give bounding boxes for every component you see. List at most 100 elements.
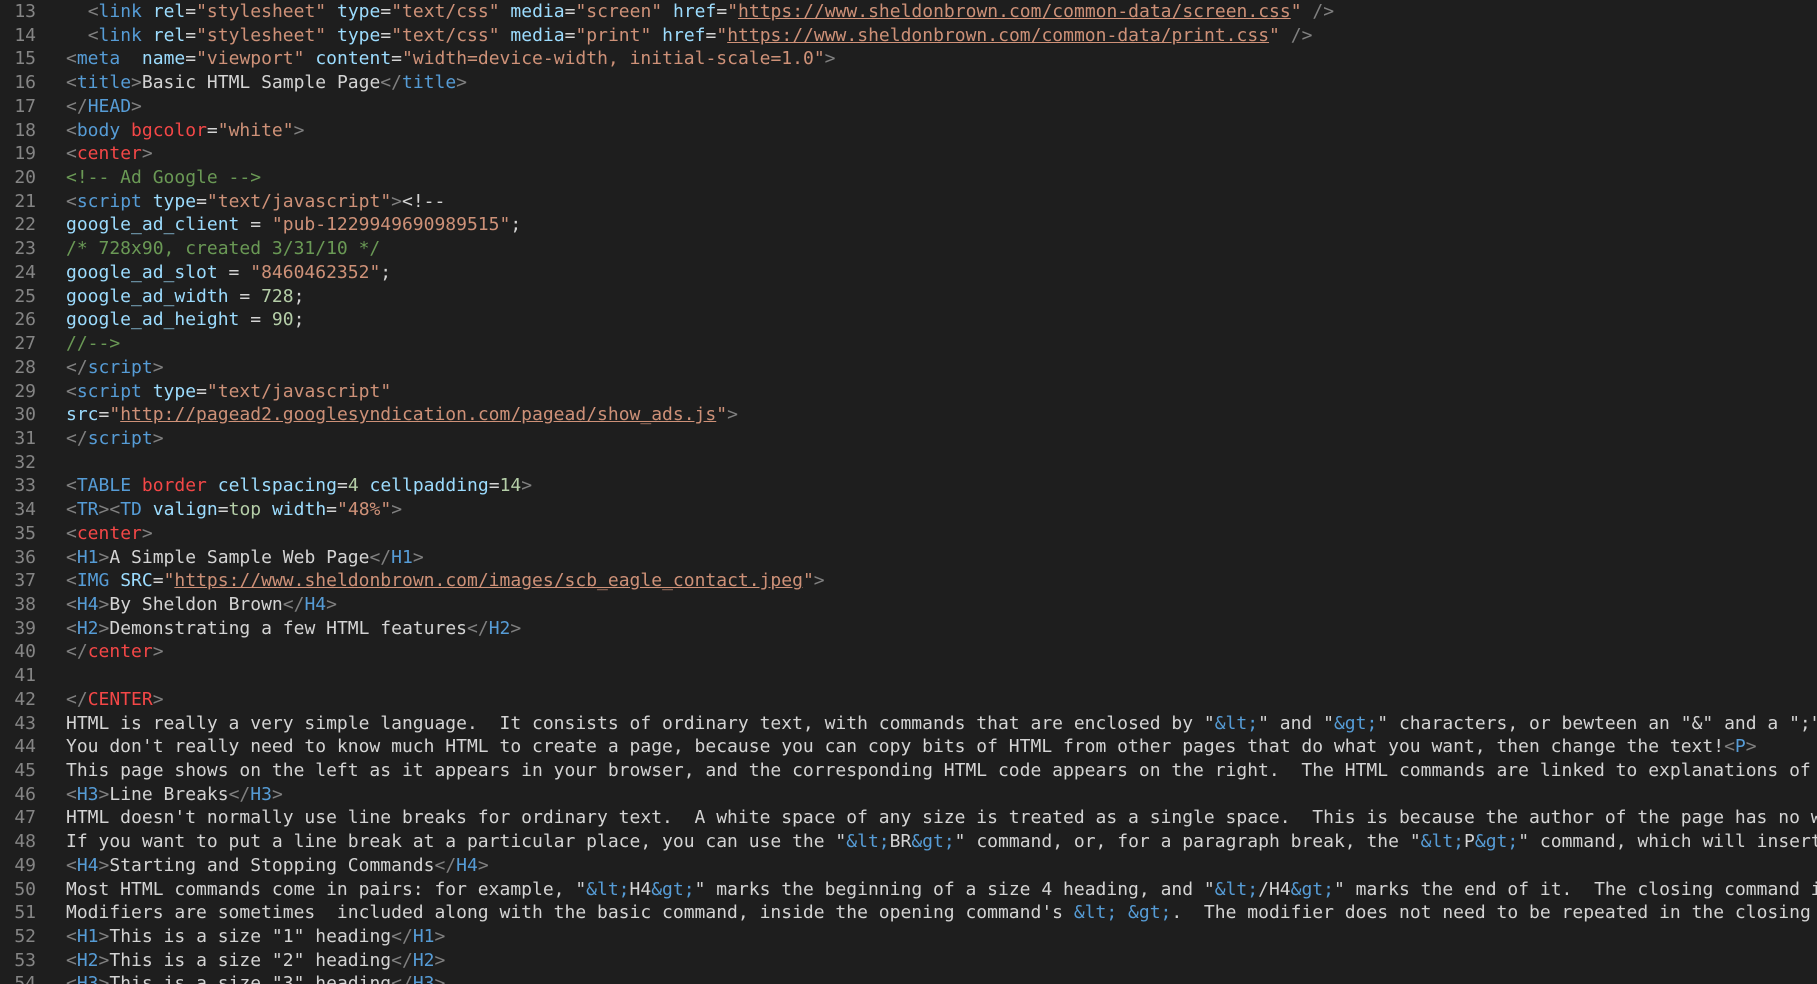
code-token: = bbox=[196, 380, 207, 402]
code-line[interactable]: 20 <!-- Ad Google --> bbox=[0, 166, 1817, 190]
line-number: 21 bbox=[14, 190, 36, 212]
code-token: > bbox=[727, 404, 738, 426]
line-code: </CENTER> bbox=[66, 688, 164, 712]
code-token: " bbox=[802, 570, 814, 592]
code-line[interactable]: 46 <H3>Line Breaks</H3> bbox=[0, 783, 1817, 807]
code-line[interactable]: 42 </CENTER> bbox=[0, 688, 1817, 712]
code-line[interactable]: 29 <script type="text/javascript" bbox=[0, 380, 1817, 404]
line-code: <H2>Demonstrating a few HTML features</H… bbox=[66, 617, 521, 641]
line-code: google_ad_slot = "8460462352"; bbox=[66, 261, 391, 285]
code-line[interactable]: 31 </script> bbox=[0, 427, 1817, 451]
code-line[interactable]: 35 <center> bbox=[0, 522, 1817, 546]
line-number: 44 bbox=[14, 736, 36, 758]
code-line[interactable]: 50 Most HTML commands come in pairs: for … bbox=[0, 878, 1817, 902]
code-token: H2 bbox=[76, 949, 99, 971]
line-number: 22 bbox=[14, 214, 36, 236]
code-token: IMG bbox=[76, 570, 110, 592]
code-line[interactable]: 54 <H3>This is a size "3" heading</H3> bbox=[0, 972, 1817, 984]
code-token: "white" bbox=[217, 119, 294, 141]
code-line[interactable]: 44 You don't really need to know much HTM… bbox=[0, 735, 1817, 759]
line-number: 26 bbox=[14, 309, 36, 331]
code-line[interactable]: 53 <H2>This is a size "2" heading</H2> bbox=[0, 949, 1817, 973]
code-line[interactable]: 47 HTML doesn't normally use line breaks … bbox=[0, 806, 1817, 830]
code-token: </ bbox=[66, 427, 88, 449]
code-line[interactable]: 28 </script> bbox=[0, 356, 1817, 380]
code-line[interactable]: 22 google_ad_client = "pub-12299496909895… bbox=[0, 213, 1817, 237]
code-token: " bbox=[716, 404, 728, 426]
code-token: &lt; bbox=[586, 878, 630, 900]
code-line[interactable]: 14 <link rel="stylesheet" type="text/css… bbox=[0, 24, 1817, 48]
line-code: Modifiers are sometimes included along w… bbox=[66, 901, 1817, 925]
code-token: </ bbox=[434, 854, 457, 876]
code-link[interactable]: http://pagead2.googlesyndication.com/pag… bbox=[120, 404, 716, 425]
code-token: H1 bbox=[412, 926, 435, 948]
code-token: script bbox=[87, 427, 153, 449]
line-code: <body bgcolor="white"> bbox=[66, 119, 304, 143]
line-code: /* 728x90, created 3/31/10 */ bbox=[66, 237, 380, 261]
line-code: <H3>Line Breaks</H3> bbox=[66, 783, 283, 807]
code-token: H4 bbox=[76, 593, 99, 615]
code-line[interactable]: 24 google_ad_slot = "8460462352"; bbox=[0, 261, 1817, 285]
code-line[interactable]: 16 <title>Basic HTML Sample Page</title> bbox=[0, 71, 1817, 95]
code-editor[interactable]: 13 <link rel="stylesheet" type="text/css… bbox=[0, 0, 1817, 984]
code-line[interactable]: 45 This page shows on the left as it appe… bbox=[0, 759, 1817, 783]
line-number: 35 bbox=[14, 522, 36, 544]
line-number: 23 bbox=[14, 238, 36, 260]
code-line[interactable]: 41 bbox=[0, 664, 1817, 688]
code-token: > bbox=[98, 949, 110, 971]
code-token: TABLE bbox=[76, 475, 132, 497]
code-line[interactable]: 15 <meta name="viewport" content="width=d… bbox=[0, 47, 1817, 71]
code-line[interactable]: 36 <H1>A Simple Sample Web Page</H1> bbox=[0, 546, 1817, 570]
code-line[interactable]: 48 If you want to put a line break at a p… bbox=[0, 830, 1817, 854]
code-line[interactable]: 30 src="http://pagead2.googlesyndication.… bbox=[0, 403, 1817, 427]
code-line[interactable]: 51 Modifiers are sometimes included along… bbox=[0, 901, 1817, 925]
line-code: src="http://pagead2.googlesyndication.co… bbox=[66, 403, 738, 427]
code-line[interactable]: 38 <H4>By Sheldon Brown</H4> bbox=[0, 593, 1817, 617]
line-number: 41 bbox=[14, 665, 36, 687]
code-token: > bbox=[152, 688, 164, 710]
code-token: &gt; bbox=[1290, 878, 1334, 900]
code-line[interactable]: 21 <script type="text/javascript"><!-- bbox=[0, 190, 1817, 214]
code-token: link bbox=[98, 24, 142, 46]
code-token: 90 bbox=[271, 309, 294, 331]
code-line[interactable]: 34 <TR><TD valign=top width="48%"> bbox=[0, 498, 1817, 522]
code-line[interactable]: 39 <H2>Demonstrating a few HTML features<… bbox=[0, 617, 1817, 641]
code-line[interactable]: 17 </HEAD> bbox=[0, 95, 1817, 119]
code-line[interactable]: 43 HTML is really a very simple language.… bbox=[0, 712, 1817, 736]
code-token: = bbox=[196, 190, 207, 212]
code-link[interactable]: https://www.sheldonbrown.com/common-data… bbox=[727, 25, 1269, 46]
code-token: " bbox=[163, 570, 175, 592]
code-line[interactable]: 19 <center> bbox=[0, 142, 1817, 166]
code-line[interactable]: 32 bbox=[0, 451, 1817, 475]
code-link[interactable]: https://www.sheldonbrown.com/common-data… bbox=[738, 1, 1291, 22]
code-line[interactable]: 18 <body bgcolor="white"> bbox=[0, 119, 1817, 143]
code-line[interactable]: 49 <H4>Starting and Stopping Commands</H4… bbox=[0, 854, 1817, 878]
code-line[interactable]: 27 //--> bbox=[0, 332, 1817, 356]
code-token: > bbox=[152, 641, 164, 663]
code-token: > bbox=[824, 48, 836, 70]
line-number: 17 bbox=[14, 95, 36, 117]
code-line[interactable]: 25 google_ad_width = 728; bbox=[0, 285, 1817, 309]
code-token: "stylesheet" bbox=[196, 24, 327, 46]
code-token: " bbox=[716, 24, 728, 46]
code-line[interactable]: 37 <IMG SRC="https://www.sheldonbrown.com… bbox=[0, 569, 1817, 593]
code-line[interactable]: 13 <link rel="stylesheet" type="text/css… bbox=[0, 0, 1817, 24]
code-line[interactable]: 33 <TABLE border cellspacing=4 cellpaddin… bbox=[0, 474, 1817, 498]
code-token: /> bbox=[1290, 24, 1313, 46]
code-token: < bbox=[1724, 736, 1735, 758]
line-number: 52 bbox=[14, 926, 36, 948]
code-line[interactable]: 23 /* 728x90, created 3/31/10 */ bbox=[0, 237, 1817, 261]
code-line[interactable]: 52 <H1>This is a size "1" heading</H1> bbox=[0, 925, 1817, 949]
code-token: < bbox=[66, 380, 77, 402]
code-token: Modifiers are sometimes included along w… bbox=[66, 902, 1074, 924]
code-token: media bbox=[510, 24, 565, 46]
code-token: < bbox=[66, 570, 77, 592]
code-line[interactable]: 26 google_ad_height = 90; bbox=[0, 308, 1817, 332]
code-line[interactable]: 40 </center> bbox=[0, 640, 1817, 664]
code-link[interactable]: https://www.sheldonbrown.com/images/scb_… bbox=[174, 570, 803, 591]
